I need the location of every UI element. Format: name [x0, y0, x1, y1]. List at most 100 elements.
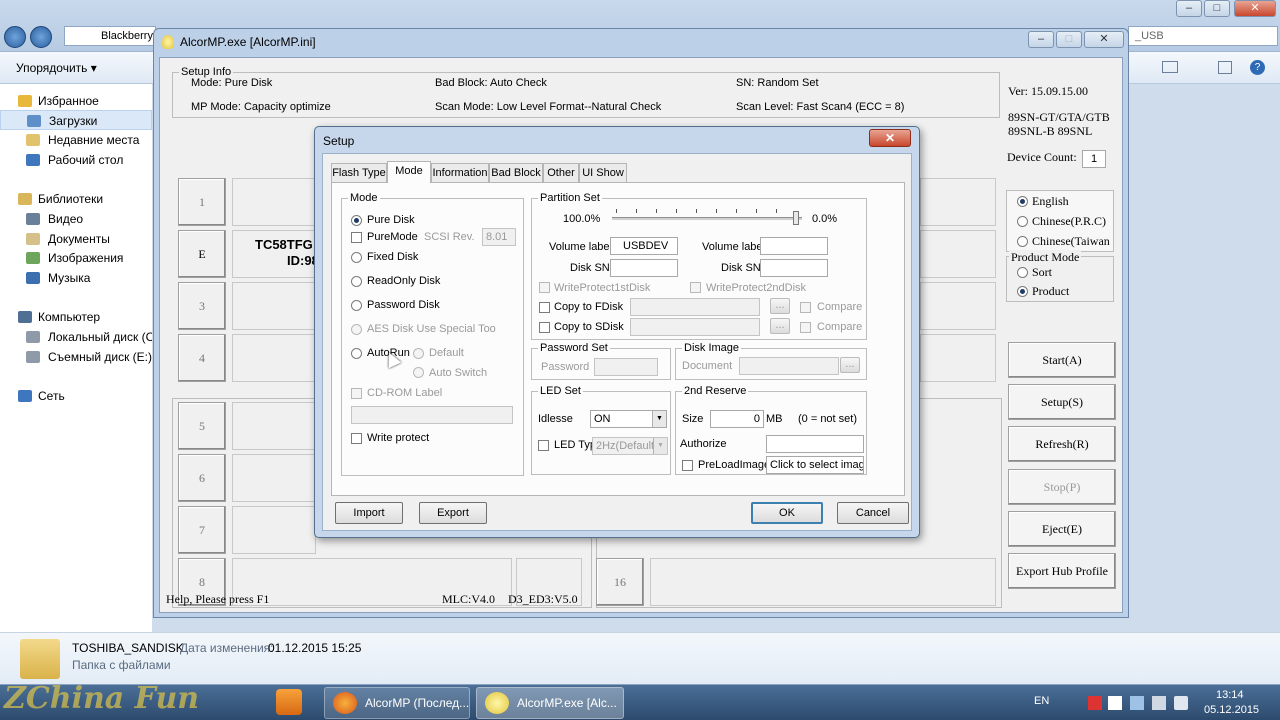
product-radio[interactable] [1017, 286, 1028, 297]
reserve-size-field[interactable]: 0 [710, 410, 764, 428]
compare-f-checkbox[interactable] [800, 302, 811, 313]
language-indicator[interactable]: EN [1034, 695, 1049, 707]
alcormp-titlebar[interactable]: AlcorMP.exe [AlcorMP.ini] – □ ✕ [154, 29, 1128, 55]
tab-bad-block[interactable]: Bad Block [489, 163, 543, 182]
port-7[interactable]: 7 [178, 506, 226, 554]
readonly-disk-radio[interactable] [351, 276, 362, 287]
refresh-button[interactable]: Refresh(R) [1008, 426, 1116, 462]
cdrom-label-checkbox[interactable] [351, 388, 362, 399]
password-disk-label[interactable]: Password Disk [367, 299, 440, 311]
taskbar-alcormp-firefox[interactable]: AlcorMP (Послед... [324, 687, 470, 719]
port-16[interactable]: 16 [596, 558, 644, 606]
copy-fdisk-browse-button[interactable]: ... [770, 298, 790, 314]
autorun-default-label[interactable]: Default [429, 347, 464, 359]
pure-mode-checkbox[interactable] [351, 232, 362, 243]
port-6[interactable]: 6 [178, 454, 226, 502]
tray-network-icon[interactable] [1130, 696, 1144, 710]
preload-image-label[interactable]: PreLoadImage [698, 459, 770, 471]
document-field[interactable] [739, 357, 839, 375]
clock-time[interactable]: 13:14 [1216, 689, 1244, 701]
volume-label-2-field[interactable] [760, 237, 828, 255]
chinese-prc-radio[interactable] [1017, 216, 1028, 227]
wp2-label[interactable]: WriteProtect2ndDisk [706, 282, 806, 294]
ok-button[interactable]: OK [751, 502, 823, 524]
alcormp-maximize-button[interactable]: □ [1056, 31, 1082, 48]
copy-sdisk-browse-button[interactable]: ... [770, 318, 790, 334]
disk-sn-1-field[interactable] [610, 259, 678, 277]
help-icon[interactable]: ? [1250, 60, 1265, 75]
export-hub-profile-button[interactable]: Export Hub Profile [1008, 553, 1116, 589]
eject-button[interactable]: Eject(E) [1008, 511, 1116, 547]
dropdown-arrow-icon[interactable]: ▼ [652, 411, 666, 427]
volume-label-1-field[interactable]: USBDEV [610, 237, 678, 255]
address-field[interactable]: Blackberry [64, 26, 156, 46]
pure-disk-label[interactable]: Pure Disk [367, 214, 415, 226]
port-5[interactable]: 5 [178, 402, 226, 450]
media-player-icon[interactable] [276, 689, 302, 715]
nav-network[interactable]: Сеть [0, 386, 152, 406]
idle-select[interactable]: ON ▼ [590, 410, 667, 428]
document-browse-button[interactable]: ... [840, 357, 860, 373]
cdrom-label-text[interactable]: CD-ROM Label [367, 387, 442, 399]
copy-fdisk-field[interactable] [630, 298, 760, 316]
partition-slider[interactable] [612, 207, 802, 229]
compare-s-checkbox[interactable] [800, 322, 811, 333]
password-field[interactable] [594, 358, 658, 376]
preload-image-field[interactable]: Click to select image [766, 456, 864, 474]
tab-other[interactable]: Other [543, 163, 579, 182]
tray-volume-icon[interactable] [1174, 696, 1188, 710]
address-field-right[interactable]: _USB [1128, 26, 1278, 46]
port-4[interactable]: 4 [178, 334, 226, 382]
setup-close-button[interactable]: ✕ [869, 129, 911, 147]
import-button[interactable]: Import [335, 502, 403, 524]
tab-flash-type[interactable]: Flash Type [331, 163, 387, 182]
nav-documents[interactable]: Документы [0, 229, 152, 249]
chinese-taiwan-label[interactable]: Chinese(Taiwan [1032, 234, 1110, 249]
auto-switch-radio[interactable] [413, 367, 424, 378]
fixed-disk-label[interactable]: Fixed Disk [367, 251, 418, 263]
port-3[interactable]: 3 [178, 282, 226, 330]
view-icon[interactable] [1162, 61, 1178, 73]
forward-button[interactable] [30, 26, 52, 48]
sort-radio[interactable] [1017, 267, 1028, 278]
copy-sdisk-checkbox[interactable] [539, 322, 550, 333]
compare-s-label[interactable]: Compare [817, 321, 862, 333]
copy-sdisk-field[interactable] [630, 318, 760, 336]
preview-pane-icon[interactable] [1218, 61, 1232, 74]
english-radio[interactable] [1017, 196, 1028, 207]
export-button[interactable]: Export [419, 502, 487, 524]
aes-disk-radio[interactable] [351, 324, 362, 335]
wp1-label[interactable]: WriteProtect1stDisk [554, 282, 650, 294]
nav-downloads[interactable]: Загрузки [0, 110, 152, 130]
nav-libraries[interactable]: Библиотеки [0, 189, 152, 209]
taskbar-alcormp-exe[interactable]: AlcorMP.exe [Alc... [476, 687, 624, 719]
led-type-select[interactable]: 2Hz(Default) ▼ [592, 437, 668, 455]
start-button[interactable]: Start(A) [1008, 342, 1116, 378]
explorer-maximize-button[interactable]: □ [1204, 0, 1230, 17]
partition-slider-thumb[interactable] [793, 211, 799, 225]
explorer-close-button[interactable]: ✕ [1234, 0, 1276, 17]
nav-music[interactable]: Музыка [0, 268, 152, 288]
explorer-minimize-button[interactable]: – [1176, 0, 1202, 17]
nav-favorites[interactable]: Избранное [0, 91, 152, 111]
copy-fdisk-checkbox[interactable] [539, 302, 550, 313]
preload-image-checkbox[interactable] [682, 460, 693, 471]
stop-button[interactable]: Stop(P) [1008, 469, 1116, 505]
autorun-radio[interactable] [351, 348, 362, 359]
clock-date[interactable]: 05.12.2015 [1204, 704, 1259, 716]
nav-video[interactable]: Видео [0, 209, 152, 229]
wp2-checkbox[interactable] [690, 282, 701, 293]
tray-safely-remove-icon[interactable] [1152, 696, 1166, 710]
nav-computer[interactable]: Компьютер [0, 307, 152, 327]
pure-disk-radio[interactable] [351, 215, 362, 226]
port-1[interactable]: 1 [178, 178, 226, 226]
nav-local-disk[interactable]: Локальный диск (C [0, 327, 152, 347]
cdrom-label-field[interactable] [351, 406, 513, 424]
alcormp-minimize-button[interactable]: – [1028, 31, 1054, 48]
wp1-checkbox[interactable] [539, 282, 550, 293]
compare-f-label[interactable]: Compare [817, 301, 862, 313]
setup-button[interactable]: Setup(S) [1008, 384, 1116, 420]
password-disk-radio[interactable] [351, 300, 362, 311]
nav-desktop[interactable]: Рабочий стол [0, 150, 152, 170]
autorun-default-radio[interactable] [413, 348, 424, 359]
